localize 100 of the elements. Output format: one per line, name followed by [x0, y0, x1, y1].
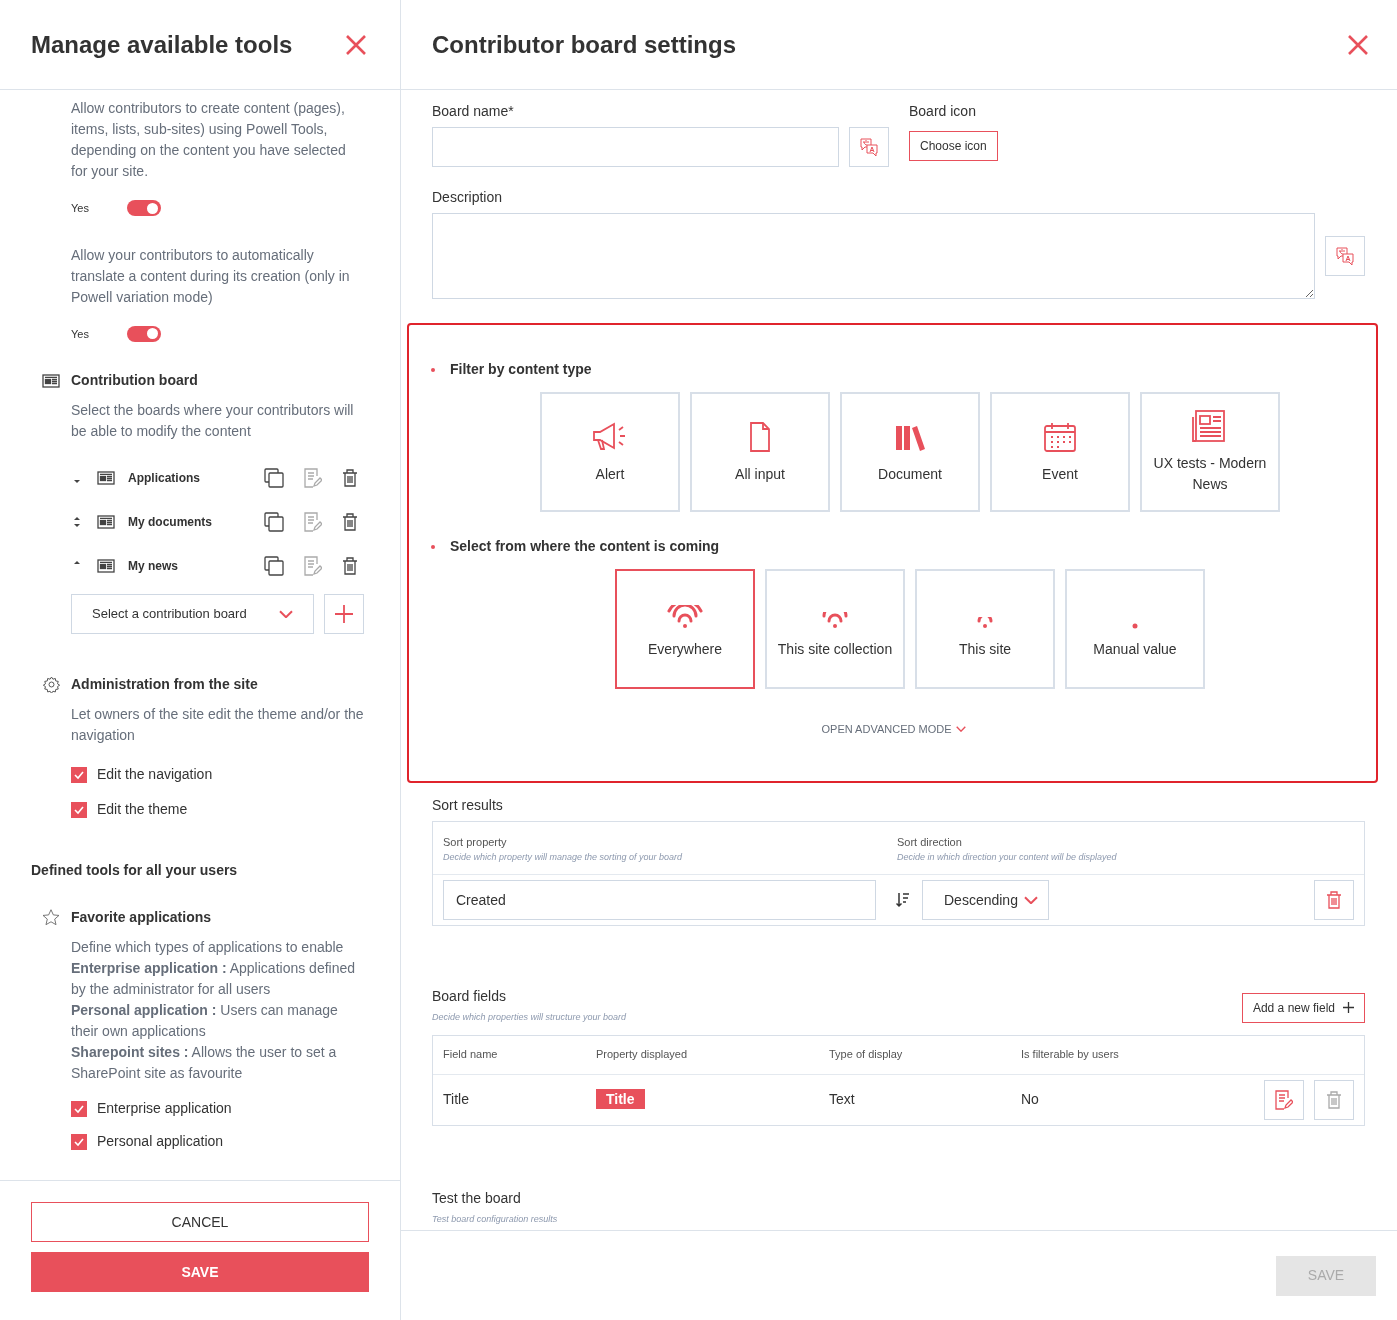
description-text: Personal application : Users can manage their own applications — [71, 1001, 339, 1041]
content-type-tile[interactable]: Document — [840, 392, 980, 512]
copy-icon[interactable] — [264, 512, 284, 532]
copy-icon[interactable] — [264, 556, 284, 576]
section-heading: Defined tools for all your users — [31, 861, 239, 880]
table-cell-text: No — [1021, 1090, 1040, 1109]
checkbox[interactable] — [71, 766, 87, 783]
board-select[interactable]: Select a contribution board — [71, 594, 314, 634]
field-label: Board icon — [909, 102, 977, 121]
column-header: Type of display — [829, 1047, 904, 1063]
cancel-button[interactable]: CANCEL — [31, 1202, 369, 1242]
delete-button[interactable] — [1314, 880, 1354, 920]
toggle-label: Yes — [71, 201, 89, 216]
section-title: Test the board — [432, 1188, 522, 1208]
hint-text: Decide which property will manage the sorting of your board — [443, 850, 684, 864]
checkbox[interactable] — [71, 1100, 87, 1117]
trash-icon[interactable] — [1326, 891, 1342, 909]
source-tile[interactable]: Everywhere — [615, 569, 755, 689]
edit-icon[interactable] — [1275, 1089, 1293, 1110]
description-text: Let owners of the site edit the theme and/or the navigation — [71, 705, 364, 745]
checkbox-label: Edit the navigation — [97, 765, 213, 784]
signal-icon — [822, 611, 848, 629]
caret-icon — [279, 609, 293, 619]
content-type-tile[interactable]: Alert — [540, 392, 680, 512]
section-title: Administration from the site — [71, 675, 258, 694]
description-text: Allow your contributors to automatically translate a content during its creation (only in Powell variation mode) — [71, 245, 351, 307]
checkbox-label: Personal application — [97, 1132, 224, 1151]
content-type-tile[interactable]: Event — [990, 392, 1130, 512]
hint-text: Decide which properties will structure your board — [432, 1011, 627, 1024]
sort-icon[interactable] — [896, 892, 910, 908]
edit-icon[interactable] — [304, 556, 322, 576]
copy-icon[interactable] — [264, 468, 284, 488]
board-name: Applications — [128, 470, 201, 487]
reorder-arrows-icon[interactable] — [73, 514, 81, 530]
sort-property-input[interactable]: Created — [443, 880, 876, 920]
panel-title: Manage available tools — [31, 29, 293, 60]
field-label: Description — [432, 188, 504, 207]
star-icon — [42, 909, 60, 926]
checkbox[interactable] — [71, 801, 87, 818]
save-button[interactable]: SAVE — [31, 1252, 369, 1292]
translate-icon — [859, 137, 879, 157]
sort-direction-select[interactable]: Descending — [922, 880, 1049, 920]
section-title: Filter by content type — [450, 360, 592, 379]
translate-button[interactable] — [1325, 236, 1365, 276]
board-name: My news — [128, 558, 179, 575]
table-cell-text: Text — [829, 1090, 856, 1109]
source-tile[interactable]: This site — [915, 569, 1055, 689]
column-header: Field name — [443, 1047, 499, 1063]
checkbox-label: Edit the theme — [97, 800, 188, 819]
edit-button[interactable] — [1264, 1079, 1304, 1120]
trash-icon[interactable] — [342, 513, 358, 531]
checkbox-label: Enterprise application — [97, 1099, 232, 1118]
add-button[interactable] — [324, 594, 364, 634]
content-type-tile[interactable]: All input — [690, 392, 830, 512]
content-type-tile[interactable]: UX tests - Modern News — [1140, 392, 1280, 512]
bullet-icon — [431, 544, 435, 549]
add-field-button[interactable]: Add a new field — [1241, 992, 1365, 1023]
dot-icon — [1132, 622, 1138, 629]
toggle-switch[interactable] — [126, 325, 161, 342]
hint-text: Decide in which direction your content will be displayed — [897, 850, 1117, 864]
description-text: Define which types of applications to enable — [71, 938, 345, 957]
source-tile[interactable]: Manual value — [1065, 569, 1205, 689]
board-icon — [97, 559, 115, 573]
bullet-icon — [431, 367, 435, 372]
choose-icon-button[interactable]: Choose icon — [909, 131, 998, 161]
section-title: Board fields — [432, 987, 507, 1006]
hint-text: Test board configuration results — [432, 1212, 559, 1226]
translate-button[interactable] — [849, 127, 889, 167]
edit-icon[interactable] — [304, 468, 322, 488]
toggle-switch[interactable] — [126, 200, 161, 217]
description-text: Allow contributors to create content (pages), items, lists, sub-sites) using Powell Tools, depending on the content you have selected for your site. — [71, 99, 347, 181]
source-tile[interactable]: This site collection — [765, 569, 905, 689]
caret-icon — [1024, 895, 1038, 905]
column-label: Sort property — [443, 835, 508, 850]
board-icon — [97, 515, 115, 529]
board-name-input[interactable] — [432, 127, 839, 167]
edit-icon[interactable] — [304, 512, 322, 532]
board-icon — [42, 373, 60, 388]
field-label: Board name* — [432, 102, 515, 121]
signal-icon — [977, 616, 993, 629]
section-title: Select from where the content is coming — [450, 537, 720, 556]
settings-icon — [42, 676, 60, 693]
column-header: Property displayed — [596, 1047, 689, 1063]
advanced-mode-link[interactable]: OPEN ADVANCED MODE — [821, 721, 966, 738]
trash-icon[interactable] — [342, 557, 358, 575]
column-label: Sort direction — [897, 835, 963, 850]
description-text: Sharepoint sites : Allows the user to set a SharePoint site as favourite — [71, 1043, 338, 1083]
section-title: Favorite applications — [71, 908, 212, 927]
description-input[interactable] — [432, 213, 1315, 299]
signal-icon — [667, 604, 703, 629]
property-tag: Title — [596, 1089, 645, 1109]
plus-icon — [335, 605, 353, 623]
board-icon — [97, 471, 115, 485]
checkbox[interactable] — [71, 1133, 87, 1150]
description-text: Enterprise application : Applications defined by the administrator for all users — [71, 959, 357, 999]
caret-icon — [955, 726, 966, 733]
trash-icon[interactable] — [342, 469, 358, 487]
plus-icon — [1343, 1002, 1354, 1013]
table-cell-text: Title — [443, 1090, 470, 1109]
description-text: Select the boards where your contributors will be able to modify the content — [71, 401, 355, 441]
